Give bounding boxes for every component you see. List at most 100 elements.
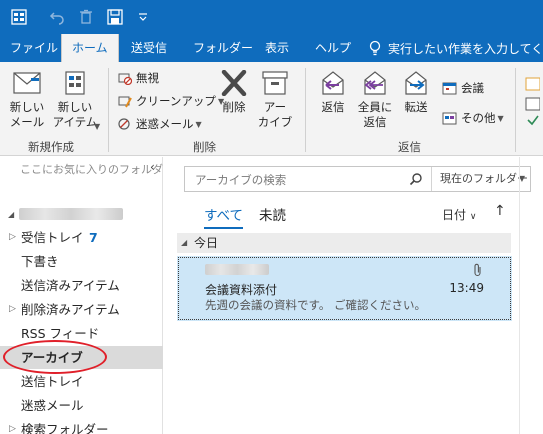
reply-all-label: 全員に 返信 bbox=[357, 100, 393, 129]
message-time: 13:49 bbox=[449, 281, 484, 295]
archive-button[interactable]: アー カイブ bbox=[256, 70, 294, 130]
save-icon[interactable] bbox=[106, 8, 124, 26]
more-respond-caret-icon: ▼ bbox=[497, 113, 504, 123]
folder-item[interactable]: ▷ 受信トレイ 7 bbox=[0, 226, 163, 249]
tab-folder[interactable]: フォルダー bbox=[183, 34, 263, 62]
folder-expand-icon[interactable]: ▷ bbox=[9, 298, 16, 321]
tab-home[interactable]: ホーム bbox=[61, 34, 119, 62]
sort-label: 日付 bbox=[442, 208, 467, 222]
message-preview: 先週の会議の資料です。 ご確認ください。 bbox=[205, 298, 427, 312]
message-subject: 会議資料添付 bbox=[205, 283, 278, 297]
title-bar bbox=[0, 0, 543, 34]
account-name-redacted bbox=[19, 208, 124, 220]
folder-pane: ここにお気に入りのフォルダ ‹ ◢ ▷ 受信トレイ 7 下書き送信済みアイテム ▷ 削除済… bbox=[0, 157, 163, 434]
favorites-hint: ここにお気に入りのフォルダ bbox=[20, 163, 163, 176]
reply-button[interactable]: 返信 bbox=[314, 70, 352, 115]
sort-direction-icon[interactable]: ↑ bbox=[494, 203, 506, 219]
pane-divider bbox=[519, 157, 520, 434]
unread-count: 7 bbox=[89, 230, 98, 245]
tab-help[interactable]: ヘルプ bbox=[305, 34, 361, 62]
folder-item[interactable]: アーカイブ bbox=[0, 346, 163, 369]
search-box[interactable]: アーカイブの検索 現在のフォルダー ▼ bbox=[184, 166, 531, 192]
search-scope-dropdown[interactable]: 現在のフォルダー ▼ bbox=[431, 167, 531, 191]
meeting-button[interactable]: 会議 bbox=[442, 80, 484, 96]
cleanup-button[interactable]: クリーンアップ ▼ bbox=[118, 93, 224, 109]
folder-item[interactable]: ▷ 検索フォルダー bbox=[0, 418, 163, 434]
delete-label: 削除 bbox=[222, 100, 246, 114]
new-mail-button[interactable]: 新しい メール bbox=[6, 70, 48, 130]
folder-label: 送信済みアイテム bbox=[21, 278, 120, 293]
archive-label: アー カイブ bbox=[257, 100, 293, 129]
delete-x-icon bbox=[221, 70, 247, 96]
folder-label: 削除済みアイテム bbox=[21, 302, 120, 317]
folder-item[interactable]: ▷ 削除済みアイテム bbox=[0, 298, 163, 321]
more-respond-label: その他 bbox=[461, 111, 496, 125]
forward-icon bbox=[405, 71, 427, 95]
group-label-new: 新規作成 bbox=[28, 140, 74, 154]
junk-caret-icon: ▼ bbox=[195, 119, 202, 129]
account-expand-icon: ◢ bbox=[8, 209, 15, 219]
archive-box-icon bbox=[262, 71, 288, 95]
reply-all-icon bbox=[364, 71, 386, 95]
tab-file[interactable]: ファイル bbox=[0, 34, 68, 62]
new-mail-icon bbox=[13, 72, 41, 94]
junk-label: 迷惑メール bbox=[136, 117, 194, 131]
tab-view[interactable]: 表示 bbox=[255, 34, 299, 62]
ribbon-next-group-icon[interactable] bbox=[524, 72, 541, 132]
filter-all[interactable]: すべて bbox=[204, 204, 244, 229]
group-label-respond: 返信 bbox=[398, 140, 421, 154]
cleanup-label: クリーンアップ bbox=[136, 94, 216, 108]
outlook-icon[interactable] bbox=[10, 8, 28, 26]
cleanup-icon bbox=[118, 96, 132, 108]
more-respond-icon bbox=[442, 112, 457, 125]
ribbon-tabs: ファイル ホーム 送受信 フォルダー 表示 ヘルプ 実行したい作業を入力してくだ bbox=[0, 34, 543, 62]
new-item-label: 新しい アイテム bbox=[52, 100, 98, 129]
folder-item[interactable]: RSS フィード bbox=[0, 322, 163, 345]
folder-item[interactable]: 送信トレイ bbox=[0, 370, 163, 393]
folder-item[interactable]: 送信済みアイテム bbox=[0, 274, 163, 297]
ribbon-separator bbox=[305, 68, 306, 152]
ignore-button[interactable]: 無視 bbox=[118, 70, 159, 86]
tell-me-text: 実行したい作業を入力してくだ bbox=[388, 41, 543, 56]
reply-label: 返信 bbox=[321, 100, 345, 114]
folder-expand-icon[interactable]: ▷ bbox=[9, 226, 16, 249]
reply-icon bbox=[322, 71, 344, 95]
group-header-today[interactable]: ◢ 今日 bbox=[177, 233, 511, 253]
customize-quick-access-icon[interactable] bbox=[134, 8, 152, 26]
folder-item[interactable]: 迷惑メール bbox=[0, 394, 163, 417]
new-mail-label: 新しい メール bbox=[9, 100, 45, 129]
filter-unread[interactable]: 未読 bbox=[259, 204, 286, 224]
folder-label: 送信トレイ bbox=[21, 374, 84, 389]
folder-label: RSS フィード bbox=[21, 326, 100, 341]
ribbon-separator bbox=[108, 68, 109, 152]
new-item-button[interactable]: 新しい アイテム ▼ bbox=[52, 70, 100, 131]
folder-item[interactable]: 下書き bbox=[0, 250, 163, 273]
group-header-label: 今日 bbox=[194, 236, 219, 250]
lightbulb-icon bbox=[369, 40, 381, 56]
group-collapse-icon: ◢ bbox=[181, 238, 188, 247]
message-item[interactable]: 会議資料添付 13:49 先週の会議の資料です。 ご確認ください。 bbox=[177, 256, 512, 321]
sort-dropdown[interactable]: 日付 ∨ bbox=[442, 206, 476, 223]
folder-label: 検索フォルダー bbox=[21, 422, 109, 434]
reply-all-button[interactable]: 全員に 返信 bbox=[356, 70, 394, 130]
trash-icon[interactable] bbox=[77, 8, 95, 26]
account-header[interactable]: ◢ bbox=[8, 208, 124, 220]
forward-button[interactable]: 転送 bbox=[398, 70, 434, 115]
ribbon-home: 新しい メール 新しい アイテム ▼ 新規作成 無視 クリーンアップ ▼ 迷惑メ… bbox=[0, 62, 543, 156]
undo-icon[interactable] bbox=[48, 8, 66, 26]
delete-button[interactable]: 削除 bbox=[216, 70, 252, 115]
folder-expand-icon[interactable]: ▷ bbox=[9, 418, 16, 434]
search-icon[interactable] bbox=[409, 172, 423, 189]
junk-button[interactable]: 迷惑メール ▼ bbox=[118, 116, 202, 132]
collapse-pane-icon[interactable]: ‹ bbox=[150, 160, 155, 174]
folder-label: 下書き bbox=[21, 254, 59, 269]
meeting-label: 会議 bbox=[461, 81, 484, 95]
more-respond-button[interactable]: その他 ▼ bbox=[442, 110, 504, 126]
ribbon-separator bbox=[515, 68, 516, 152]
forward-label: 転送 bbox=[404, 100, 428, 114]
folder-label: 受信トレイ bbox=[21, 230, 84, 245]
tab-send-receive[interactable]: 送受信 bbox=[121, 34, 177, 62]
tell-me-box[interactable]: 実行したい作業を入力してくだ bbox=[368, 34, 543, 62]
sort-caret-icon: ∨ bbox=[469, 212, 477, 222]
sender-redacted bbox=[205, 264, 269, 275]
